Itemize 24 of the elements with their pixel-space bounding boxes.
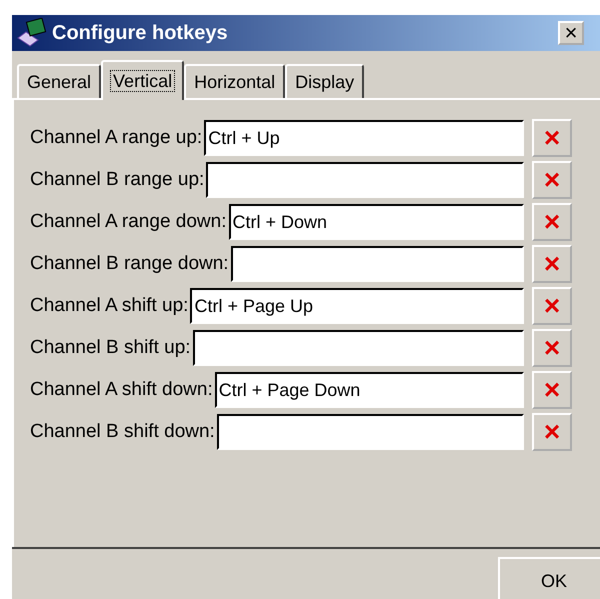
field-label: Channel A range up: (30, 126, 204, 150)
window-title: Configure hotkeys (52, 21, 228, 46)
hotkey-field[interactable] (230, 246, 524, 282)
tab[interactable]: Horizontal (184, 64, 286, 98)
field-label: Channel B range down: (30, 252, 230, 276)
app-icon (16, 18, 48, 48)
tab[interactable]: Display (285, 64, 364, 98)
field-label: Channel B shift down: (30, 420, 216, 444)
hotkey-field[interactable]: Ctrl + Page Up (190, 288, 524, 324)
hotkey-field[interactable] (216, 414, 524, 450)
hotkey-field[interactable]: Ctrl + Down (228, 204, 524, 240)
hotkey-field[interactable]: Ctrl + Page Down (214, 372, 524, 408)
field-label: Channel A shift up: (30, 294, 190, 318)
hotkey-field[interactable] (192, 330, 524, 366)
hotkey-field[interactable]: Ctrl + Up (204, 120, 524, 156)
tab[interactable]: Vertical (101, 60, 184, 100)
ok-button[interactable]: OK (498, 557, 600, 599)
tab[interactable]: General (17, 64, 102, 98)
close-button[interactable]: × (558, 21, 584, 45)
hotkey-field[interactable] (206, 162, 524, 198)
field-label: Channel A range down: (30, 210, 228, 234)
field-label: Channel B range up: (30, 168, 206, 192)
field-label: Channel A shift down: (30, 378, 214, 402)
field-label: Channel B shift up: (30, 336, 192, 360)
